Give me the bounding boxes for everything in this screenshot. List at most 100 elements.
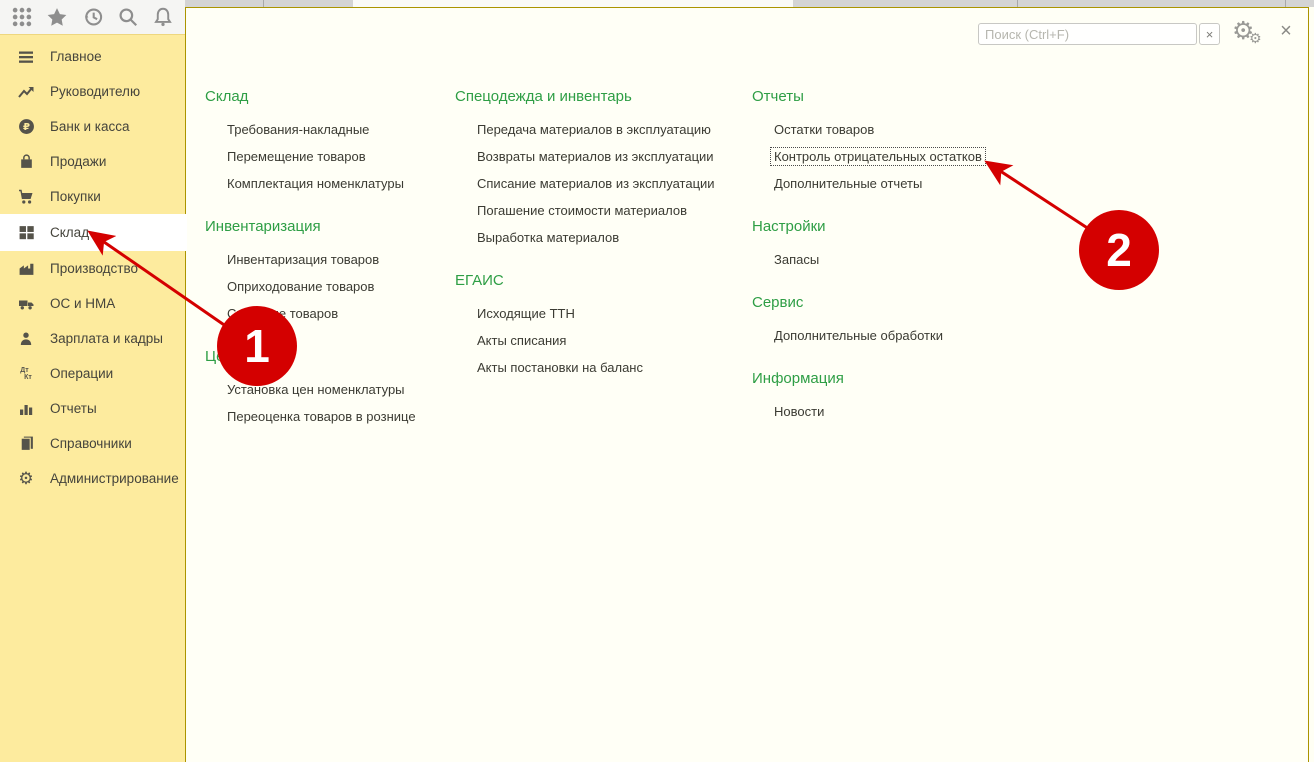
menu-link[interactable]: Исходящие ТТН: [455, 300, 755, 327]
section-title: Спецодежда и инвентарь: [455, 88, 755, 106]
sidebar-item-label: Склад: [50, 225, 89, 240]
menu-link[interactable]: Оприходование товаров: [205, 273, 450, 300]
sidebar-item-directories[interactable]: Справочники: [0, 426, 185, 461]
search-clear-button[interactable]: ×: [1199, 23, 1220, 45]
menu-link[interactable]: Дополнительные отчеты: [752, 170, 1052, 197]
window-tabs-strip: [185, 0, 1314, 7]
gear-icon: ⚙: [14, 470, 38, 488]
menu-column-2: Спецодежда и инвентарь Передача материал…: [455, 88, 755, 402]
search-icon[interactable]: [116, 5, 140, 29]
close-icon[interactable]: ×: [1276, 22, 1296, 42]
menu-section-servis: Сервис Дополнительные обработки: [752, 294, 1052, 349]
menu-link[interactable]: Остатки товаров: [752, 116, 1052, 143]
window-tab-active[interactable]: [353, 0, 793, 7]
menu-column-3: Отчеты Остатки товаров Контроль отрицате…: [752, 88, 1052, 446]
section-title: Информация: [752, 370, 1052, 388]
search-area: ×: [978, 23, 1221, 45]
focused-link-box[interactable]: Контроль отрицательных остатков: [770, 147, 986, 166]
menu-section-sklad: Склад Требования-накладные Перемещение т…: [205, 88, 450, 197]
menu-link-negative-balance-control[interactable]: Контроль отрицательных остатков: [752, 143, 1052, 170]
menu-link[interactable]: Комплектация номенклатуры: [205, 170, 450, 197]
menu-link[interactable]: Списание товаров: [205, 300, 450, 327]
sidebar-item-operations[interactable]: Дт Кт Операции: [0, 356, 185, 391]
notifications-bell-icon[interactable]: [151, 5, 175, 29]
menu-section-ceny: Цены Установка цен номенклатуры Переоцен…: [205, 348, 450, 430]
shopping-bag-icon: [14, 153, 38, 171]
menu-link[interactable]: Переоценка товаров в рознице: [205, 403, 450, 430]
section-title: Цены: [205, 348, 450, 366]
menu-section-informaciya: Информация Новости: [752, 370, 1052, 425]
top-toolbar: [0, 0, 185, 34]
window-tab-divider: [1285, 0, 1286, 7]
sidebar-item-label: Главное: [50, 49, 102, 64]
sidebar-item-label: ОС и НМА: [50, 296, 115, 311]
shopping-cart-icon: [14, 188, 38, 206]
ruble-coin-icon: ₽: [14, 118, 38, 136]
trend-chart-icon: [14, 83, 38, 101]
menu-column-1: Склад Требования-накладные Перемещение т…: [205, 88, 450, 451]
sidebar-item-label: Руководителю: [50, 84, 140, 99]
section-title: Отчеты: [752, 88, 1052, 106]
section-title: Склад: [205, 88, 450, 106]
menu-link[interactable]: Инвентаризация товаров: [205, 246, 450, 273]
sidebar-item-label: Зарплата и кадры: [50, 331, 163, 346]
sidebar-item-payroll[interactable]: Зарплата и кадры: [0, 321, 185, 356]
books-icon: [14, 435, 38, 453]
dt-kt-icon: Дт Кт: [14, 365, 38, 383]
menu-lines-icon: [14, 48, 38, 66]
history-clock-icon[interactable]: [81, 5, 105, 29]
sidebar-item-label: Продажи: [50, 154, 106, 169]
apps-grid-icon[interactable]: [10, 5, 34, 29]
sidebar-item-label: Покупки: [50, 189, 101, 204]
menu-link[interactable]: Погашение стоимости материалов: [455, 197, 755, 224]
truck-icon: [14, 295, 38, 313]
menu-link[interactable]: Требования-накладные: [205, 116, 450, 143]
menu-link[interactable]: Дополнительные обработки: [752, 322, 1052, 349]
menu-link[interactable]: Акты списания: [455, 327, 755, 354]
section-title: Настройки: [752, 218, 1052, 236]
menu-link[interactable]: Перемещение товаров: [205, 143, 450, 170]
menu-link[interactable]: Возвраты материалов из эксплуатации: [455, 143, 755, 170]
favorites-star-icon[interactable]: [45, 5, 69, 29]
settings-gear-icon[interactable]: ⚙ ⚙: [1232, 18, 1266, 48]
factory-icon: [14, 260, 38, 278]
section-title: ЕГАИС: [455, 272, 755, 290]
menu-section-otchety: Отчеты Остатки товаров Контроль отрицате…: [752, 88, 1052, 197]
sidebar-item-label: Администрирование: [50, 471, 179, 486]
section-title: Инвентаризация: [205, 218, 450, 236]
sidebar-item-label: Банк и касса: [50, 119, 130, 134]
sidebar-item-main[interactable]: Главное: [0, 39, 185, 74]
sidebar-item-label: Производство: [50, 261, 138, 276]
sidebar-item-fixed-assets[interactable]: ОС и НМА: [0, 286, 185, 321]
window-tab-divider: [263, 0, 264, 7]
window-tab-divider: [1017, 0, 1018, 7]
sidebar-item-bank-cash[interactable]: ₽ Банк и касса: [0, 109, 185, 144]
sidebar: Главное Руководителю ₽ Банк и касса Прод…: [0, 34, 185, 762]
search-input[interactable]: [978, 23, 1197, 45]
warehouse-boxes-icon: [14, 224, 38, 242]
sidebar-item-production[interactable]: Производство: [0, 251, 185, 286]
sidebar-item-label: Операции: [50, 366, 113, 381]
sidebar-item-warehouse[interactable]: Склад: [0, 214, 187, 251]
sidebar-item-administration[interactable]: ⚙ Администрирование: [0, 461, 185, 496]
menu-link[interactable]: Передача материалов в эксплуатацию: [455, 116, 755, 143]
menu-link[interactable]: Списание материалов из эксплуатации: [455, 170, 755, 197]
sidebar-item-reports[interactable]: Отчеты: [0, 391, 185, 426]
menu-section-inventarizaciya: Инвентаризация Инвентаризация товаров Оп…: [205, 218, 450, 327]
menu-section-specodezhda: Спецодежда и инвентарь Передача материал…: [455, 88, 755, 251]
svg-text:₽: ₽: [22, 122, 29, 133]
sidebar-item-manager[interactable]: Руководителю: [0, 74, 185, 109]
menu-section-egais: ЕГАИС Исходящие ТТН Акты списания Акты п…: [455, 272, 755, 381]
menu-link[interactable]: Выработка материалов: [455, 224, 755, 251]
menu-link[interactable]: Установка цен номенклатуры: [205, 376, 450, 403]
menu-link[interactable]: Акты постановки на баланс: [455, 354, 755, 381]
menu-section-nastroyki: Настройки Запасы: [752, 218, 1052, 273]
menu-link[interactable]: Новости: [752, 398, 1052, 425]
sidebar-item-purchases[interactable]: Покупки: [0, 179, 185, 214]
sidebar-item-sales[interactable]: Продажи: [0, 144, 185, 179]
sidebar-item-label: Справочники: [50, 436, 132, 451]
section-title: Сервис: [752, 294, 1052, 312]
menu-link[interactable]: Запасы: [752, 246, 1052, 273]
section-menu-panel: × ⚙ ⚙ × Склад Требования-накладные Перем…: [185, 7, 1309, 762]
sidebar-item-label: Отчеты: [50, 401, 97, 416]
